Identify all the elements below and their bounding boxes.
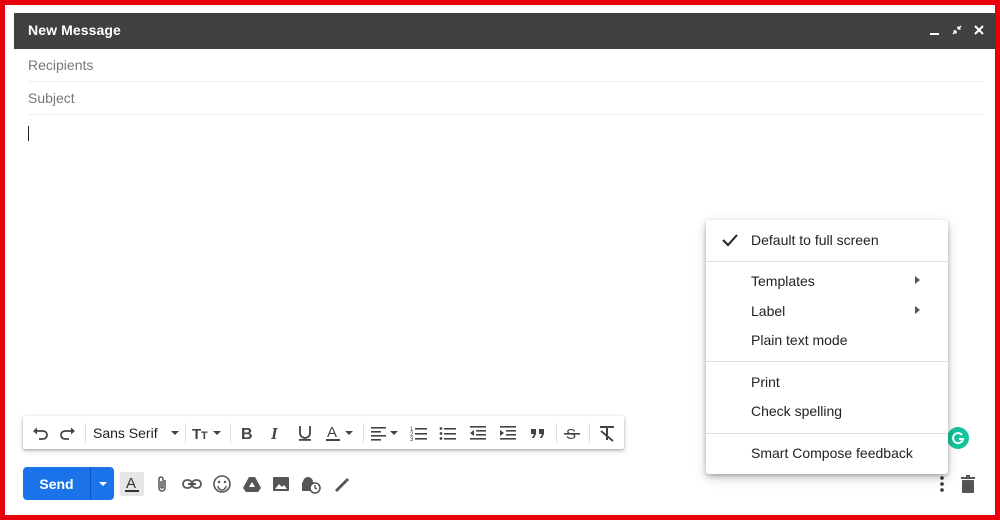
separator [230, 423, 231, 443]
photo-icon[interactable] [269, 472, 293, 496]
underline-icon[interactable] [294, 421, 316, 445]
separator [363, 423, 364, 443]
link-icon[interactable] [180, 472, 204, 496]
more-options-icon[interactable] [930, 472, 954, 496]
subject-placeholder: Subject [28, 90, 75, 106]
window-title: New Message [28, 22, 121, 38]
signature-icon[interactable] [329, 472, 353, 496]
svg-text:3: 3 [410, 437, 414, 443]
font-name: Sans Serif [93, 425, 158, 441]
formatting-toolbar: Sans Serif TT B I A 123 S [23, 416, 624, 449]
menu-separator [706, 261, 948, 262]
menu-separator [706, 433, 948, 434]
separator [589, 423, 590, 443]
redo-icon[interactable] [57, 421, 79, 445]
menu-item-default-full-screen[interactable]: Default to full screen [706, 226, 948, 254]
dropdown-arrow-icon [98, 481, 107, 486]
bulleted-list-icon[interactable] [437, 421, 459, 445]
confidential-mode-icon[interactable] [299, 472, 323, 496]
separator [185, 423, 186, 443]
svg-text:B: B [241, 426, 253, 443]
font-select[interactable]: Sans Serif [93, 421, 181, 445]
submenu-arrow-icon [915, 306, 920, 314]
undo-icon[interactable] [29, 421, 51, 445]
submenu-arrow-icon [915, 276, 920, 284]
separator [85, 423, 86, 443]
numbered-list-icon[interactable]: 123 [408, 421, 430, 445]
exit-fullscreen-icon[interactable] [948, 21, 966, 39]
minimize-icon[interactable] [926, 21, 944, 39]
title-bar: New Message [14, 13, 996, 49]
trash-icon[interactable] [956, 472, 980, 496]
menu-item-check-spelling[interactable]: Check spelling [706, 397, 948, 425]
font-size-icon[interactable]: TT [191, 421, 223, 445]
attach-icon[interactable] [150, 472, 174, 496]
emoji-icon[interactable] [210, 472, 234, 496]
menu-item-smart-compose-feedback[interactable]: Smart Compose feedback [706, 439, 948, 467]
indent-less-icon[interactable] [467, 421, 489, 445]
quote-icon[interactable] [527, 421, 549, 445]
svg-text:A: A [327, 424, 337, 441]
text-cursor [28, 126, 29, 141]
menu-item-print[interactable]: Print [706, 368, 948, 396]
svg-text:T: T [192, 426, 201, 443]
grammarly-icon[interactable] [947, 427, 969, 449]
checkmark-icon [722, 234, 738, 247]
recipients-placeholder: Recipients [28, 57, 94, 73]
menu-item-plain-text-mode[interactable]: Plain text mode [706, 326, 948, 354]
dropdown-arrow-icon [171, 431, 179, 435]
svg-text:A: A [126, 475, 136, 492]
subject-field[interactable]: Subject [28, 81, 983, 115]
menu-separator [706, 361, 948, 362]
svg-text:T: T [201, 430, 208, 442]
menu-item-label[interactable]: Label [706, 297, 948, 325]
formatting-options-icon[interactable]: A [120, 472, 144, 496]
bold-icon[interactable]: B [236, 421, 258, 445]
strikethrough-icon[interactable]: S [561, 421, 583, 445]
more-options-menu: Default to full screen Templates Label P… [706, 220, 948, 474]
menu-item-templates[interactable]: Templates [706, 267, 948, 295]
drive-icon[interactable] [240, 472, 264, 496]
indent-more-icon[interactable] [497, 421, 519, 445]
send-button[interactable]: Send [23, 467, 90, 500]
text-color-icon[interactable]: A [323, 421, 357, 445]
send-options-button[interactable] [90, 467, 114, 500]
remove-formatting-icon[interactable] [596, 421, 618, 445]
align-icon[interactable] [369, 421, 401, 445]
italic-icon[interactable]: I [265, 421, 287, 445]
svg-text:I: I [270, 424, 279, 443]
close-icon[interactable] [970, 21, 988, 39]
separator [556, 423, 557, 443]
recipients-field[interactable]: Recipients [28, 48, 983, 82]
